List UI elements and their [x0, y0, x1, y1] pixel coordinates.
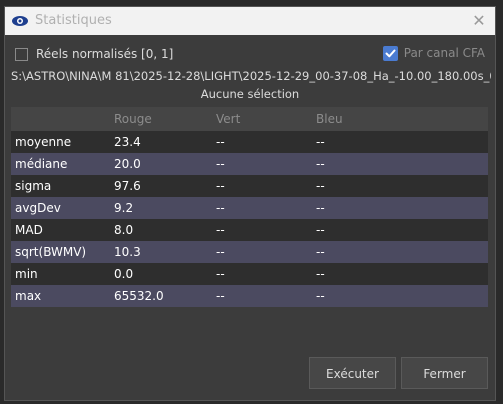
header-cell-vert: Vert [216, 112, 241, 126]
cell-rouge: 8.0 [114, 223, 134, 237]
row-label: sigma [15, 179, 52, 193]
statistics-table: Rouge Vert Bleu moyenne 23.4 -- -- média… [11, 107, 488, 307]
statistics-dialog: Statistiques ✕ Réels normalisés [0, 1] P… [4, 6, 496, 401]
normalized-option[interactable]: Réels normalisés [0, 1] [15, 45, 173, 63]
table-row: MAD 8.0 -- -- [11, 219, 488, 241]
cell-vert: -- [216, 135, 225, 149]
cfa-label: Par canal CFA [403, 46, 485, 60]
close-button[interactable]: Fermer [401, 357, 488, 389]
file-path: S:\ASTRO\NINA\M 81\2025-12-28\LIGHT\2025… [11, 69, 491, 83]
cell-rouge: 10.3 [114, 245, 141, 259]
cell-bleu: -- [316, 289, 325, 303]
cell-rouge: 20.0 [114, 157, 141, 171]
row-label: max [15, 289, 42, 303]
cell-vert: -- [216, 289, 225, 303]
cell-vert: -- [216, 245, 225, 259]
row-label: MAD [15, 223, 43, 237]
checkmark-icon [385, 49, 396, 57]
selection-status: Aucune sélection [200, 87, 300, 101]
cell-vert: -- [216, 267, 225, 281]
cell-bleu: -- [316, 135, 325, 149]
cell-bleu: -- [316, 267, 325, 281]
row-label: min [15, 267, 38, 281]
table-row: min 0.0 -- -- [11, 263, 488, 285]
cell-rouge: 23.4 [114, 135, 141, 149]
cell-vert: -- [216, 179, 225, 193]
cell-rouge: 9.2 [114, 201, 134, 215]
close-icon[interactable]: ✕ [469, 11, 489, 31]
table-row: moyenne 23.4 -- -- [11, 131, 488, 153]
row-label: sqrt(BWMV) [15, 245, 87, 259]
normalized-checkbox[interactable] [15, 47, 28, 61]
cfa-option[interactable]: Par canal CFA [382, 43, 485, 63]
table-row: sigma 97.6 -- -- [11, 175, 488, 197]
eye-icon [11, 13, 29, 27]
table-row: max 65532.0 -- -- [11, 285, 488, 307]
table-header: Rouge Vert Bleu [11, 107, 488, 131]
cell-vert: -- [216, 223, 225, 237]
cell-rouge: 65532.0 [114, 289, 164, 303]
cell-bleu: -- [316, 245, 325, 259]
row-label: médiane [15, 157, 68, 171]
table-row: avgDev 9.2 -- -- [11, 197, 488, 219]
cell-bleu: -- [316, 179, 325, 193]
cell-vert: -- [216, 201, 225, 215]
execute-button[interactable]: Exécuter [309, 357, 396, 389]
window-title: Statistiques [35, 13, 112, 28]
row-label: avgDev [15, 201, 61, 215]
title-bar: Statistiques ✕ [5, 7, 495, 35]
row-label: moyenne [15, 135, 72, 149]
table-row: sqrt(BWMV) 10.3 -- -- [11, 241, 488, 263]
cell-rouge: 0.0 [114, 267, 134, 281]
table-row: médiane 20.0 -- -- [11, 153, 488, 175]
cfa-checkbox[interactable] [382, 45, 398, 61]
header-cell-rouge: Rouge [114, 112, 152, 126]
cell-bleu: -- [316, 223, 325, 237]
cell-vert: -- [216, 157, 225, 171]
cell-bleu: -- [316, 201, 325, 215]
cell-bleu: -- [316, 157, 325, 171]
header-cell-bleu: Bleu [316, 112, 343, 126]
cell-rouge: 97.6 [114, 179, 141, 193]
normalized-label: Réels normalisés [0, 1] [36, 47, 174, 61]
